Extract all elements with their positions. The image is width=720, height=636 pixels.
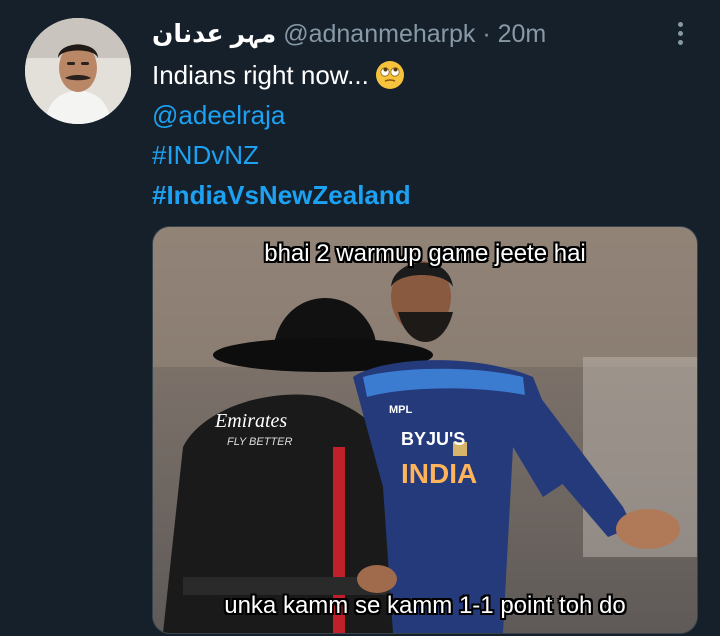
tweet-text-content: Indians right now... [152,60,369,90]
meme-caption-bottom: unka kamm se kamm 1-1 point toh do [224,592,626,619]
meme-photo: Emirates FLY BETTER BYJU'S INDIA MPL [153,227,697,633]
umpire-sponsor-text: Emirates [214,410,287,432]
hashtag-link[interactable]: #IndiaVsNewZealand [152,178,411,212]
more-options-icon[interactable] [670,18,690,48]
tweet-text: Indians right now... [152,58,405,92]
dot [677,21,683,27]
timestamp[interactable]: 20m [498,20,547,48]
umpire-sponsor-subtext: FLY BETTER [227,436,292,448]
dot [677,30,683,36]
jersey-team-text: INDIA [401,458,477,489]
jersey-brand-text: MPL [389,404,413,416]
display-name[interactable]: مہر عدنان [152,20,276,48]
mention-link[interactable]: @adeelraja [152,98,285,132]
tweet-media-image[interactable]: Emirates FLY BETTER BYJU'S INDIA MPL bha… [152,226,698,634]
separator: · [482,20,491,48]
hashtag-link[interactable]: #INDvNZ [152,138,259,172]
avatar[interactable] [25,18,131,124]
dot [677,39,683,45]
jersey-sponsor-text: BYJU'S [401,429,465,449]
rolling-eyes-emoji-icon [375,60,405,90]
tweet-header: مہر عدنان @adnanmeharpk · 20m [152,18,546,50]
user-handle[interactable]: @adnanmeharpk [283,20,475,48]
meme-caption-top: bhai 2 warmup game jeete hai [264,240,586,267]
